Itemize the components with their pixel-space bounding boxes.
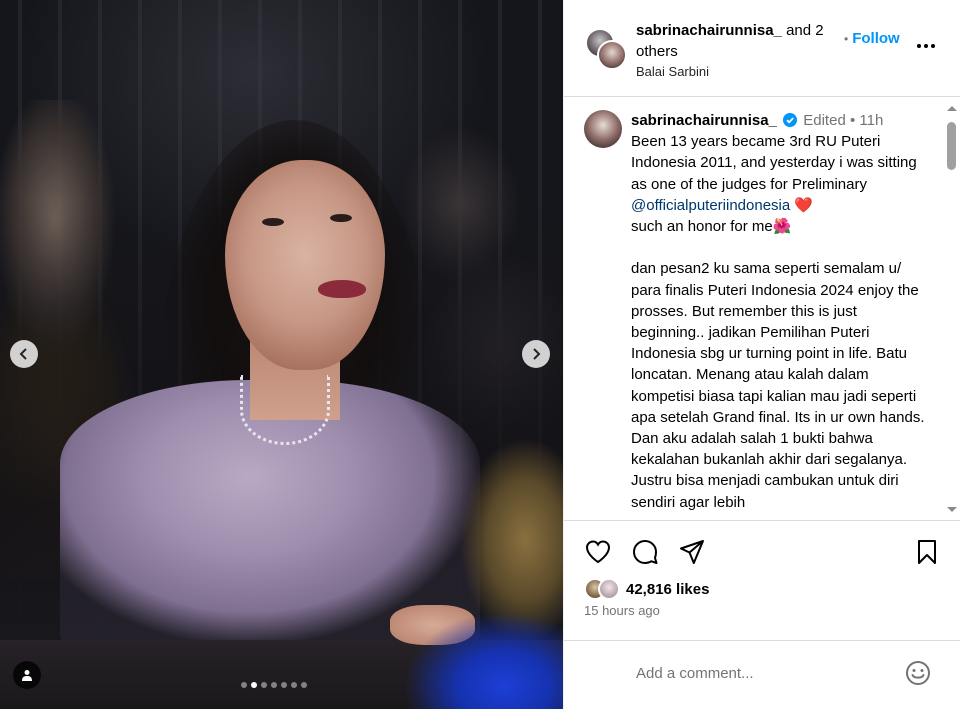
caption: sabrinachairunnisa_ Edited • 11h Been 13…: [631, 110, 931, 513]
photo-face: [225, 160, 385, 370]
meta-separator: •: [849, 112, 856, 129]
carousel-dot: [241, 682, 247, 688]
carousel-next-button[interactable]: [522, 340, 550, 368]
smiley-icon[interactable]: [904, 659, 932, 687]
more-horizontal-icon: [917, 44, 921, 48]
post-location[interactable]: Balai Sarbini: [636, 64, 709, 79]
post-header: sabrinachairunnisa_ and 2 others Balai S…: [564, 0, 960, 97]
carousel-dot: [251, 682, 257, 688]
scroll-thumb[interactable]: [947, 122, 956, 170]
user-tag-icon: [22, 670, 32, 681]
photo-necklace: [240, 375, 330, 445]
chevron-left-icon: [19, 348, 27, 360]
scroll-down-arrow[interactable]: [947, 507, 957, 512]
post-actions: 42,816 likes 15 hours ago: [564, 520, 960, 640]
carousel-dot: [271, 682, 277, 688]
post-timestamp[interactable]: 15 hours ago: [584, 603, 660, 618]
carousel-dot: [301, 682, 307, 688]
edited-label: Edited: [803, 112, 846, 129]
carousel-dot: [281, 682, 287, 688]
tagged-users-button[interactable]: [13, 661, 41, 689]
more-dot: [931, 44, 935, 48]
verified-badge-icon: [783, 113, 798, 127]
photo-lips: [318, 280, 366, 298]
coauthor-avatars[interactable]: [585, 28, 627, 70]
scroll-up-arrow[interactable]: [947, 106, 957, 111]
caption-username[interactable]: sabrinachairunnisa_: [631, 112, 777, 129]
likes-count[interactable]: 42,816 likes: [626, 581, 709, 598]
photo-eye-left: [262, 218, 284, 226]
likes-row[interactable]: 42,816 likes: [584, 577, 709, 601]
caption-mention[interactable]: @officialputeriindonesia: [631, 197, 790, 214]
more-options-button[interactable]: [917, 36, 941, 56]
comment-composer: [564, 640, 960, 709]
comment-bubble-icon[interactable]: [631, 538, 659, 566]
carousel-dot: [291, 682, 297, 688]
follow-separator: •: [844, 32, 849, 46]
caption-scroll-area[interactable]: sabrinachairunnisa_ Edited • 11h Been 13…: [564, 98, 960, 520]
caption-age[interactable]: 11h: [859, 112, 883, 129]
caption-text-2: such an honor for me: [631, 218, 773, 236]
post-media[interactable]: [0, 0, 563, 709]
follow-label: Follow: [852, 30, 900, 47]
author-username[interactable]: sabrinachairunnisa_: [636, 22, 782, 39]
heart-outline-icon[interactable]: [584, 538, 612, 566]
heart-emoji: ❤️: [794, 196, 814, 214]
caption-text-1: Been 13 years became 3rd RU Puteri Indon…: [631, 133, 921, 193]
avatar[interactable]: [584, 110, 622, 148]
follow-button[interactable]: • Follow: [844, 30, 900, 47]
comment-input[interactable]: [636, 661, 886, 685]
avatar: [598, 578, 620, 600]
carousel-indicators: [241, 682, 307, 688]
photo-blue-light: [360, 560, 563, 709]
caption-text-3: dan pesan2 ku sama seperti semalam u/ pa…: [631, 260, 925, 511]
chevron-right-icon: [533, 348, 541, 360]
flower-emoji: 🌺: [772, 218, 792, 236]
more-dot: [924, 44, 928, 48]
post-authors[interactable]: sabrinachairunnisa_ and 2 others: [636, 20, 846, 62]
photo-eye-right: [330, 214, 352, 222]
caption-scrollbar[interactable]: [945, 100, 958, 518]
carousel-dot: [261, 682, 267, 688]
avatar: [597, 40, 627, 70]
bookmark-icon[interactable]: [913, 538, 941, 566]
post-sidebar: sabrinachairunnisa_ and 2 others Balai S…: [563, 0, 960, 709]
paper-plane-icon[interactable]: [678, 538, 706, 566]
carousel-prev-button[interactable]: [10, 340, 38, 368]
